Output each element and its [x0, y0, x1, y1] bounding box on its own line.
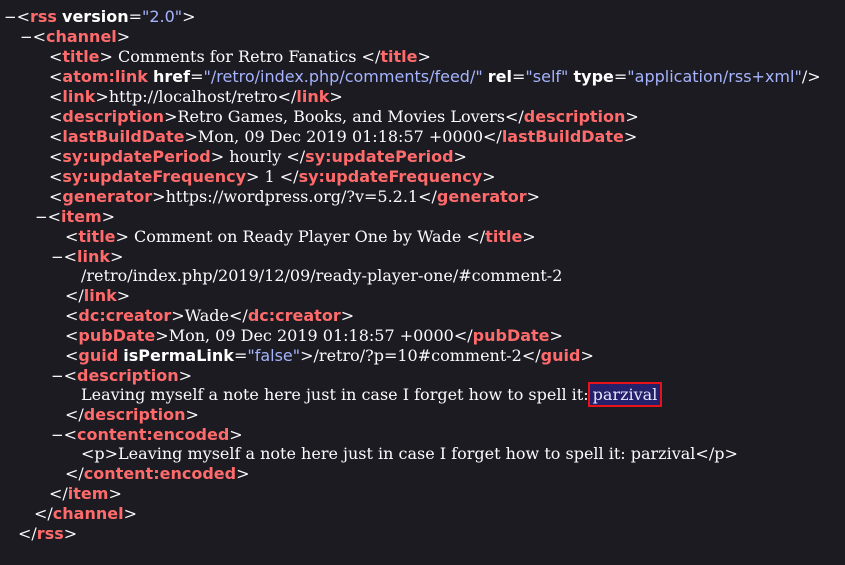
generator-text: https://wordpress.org/?v=5.2.1 — [165, 187, 419, 206]
creator-tag: dc:creator — [78, 306, 172, 325]
type-attr: type — [573, 67, 614, 86]
atom-link-tag: atom:link — [62, 67, 148, 86]
update-frequency-close-tag: sy:updateFrequency — [298, 167, 483, 186]
link-close-tag: link — [296, 87, 330, 106]
guid-text: /retro/?p=10#comment-2 — [313, 346, 522, 365]
item-close-line: </item> — [49, 484, 122, 503]
creator-close-tag: dc:creator — [247, 306, 341, 325]
generator-line: <generator>https://wordpress.org/?v=5.2.… — [49, 187, 541, 206]
collapse-toggle-icon[interactable]: − — [4, 8, 17, 26]
rel-attr: rel — [487, 67, 513, 86]
is-perma-link-value: "false" — [247, 346, 301, 365]
guid-close-tag: guid — [540, 346, 581, 365]
update-frequency-tag: sy:updateFrequency — [62, 167, 246, 186]
content-encoded-text: <p>Leaving myself a note here just in ca… — [81, 444, 738, 463]
guid-tag: guid — [78, 346, 119, 365]
generator-tag: generator — [62, 187, 153, 206]
update-period-close-tag: sy:updatePeriod — [305, 147, 454, 166]
item-tag: item — [60, 207, 102, 226]
item-link-close-tag: link — [83, 286, 117, 305]
item-link-text: /retro/index.php/2019/12/09/ready-player… — [81, 266, 563, 285]
item-title-close-tag: title — [485, 227, 523, 246]
channel-description-text: Retro Games, Books, and Movies Lovers — [177, 107, 505, 126]
guid-line: <guid isPermaLink="false">/retro/?p=10#c… — [65, 346, 594, 365]
pub-date-close-tag: pubDate — [472, 326, 550, 345]
link-tag: link — [62, 87, 96, 106]
collapse-toggle-icon[interactable]: − — [20, 28, 33, 46]
channel-open-line: −<channel> — [20, 27, 131, 46]
update-period-tag: sy:updatePeriod — [62, 147, 211, 166]
update-frequency-text: 1 — [259, 167, 280, 186]
item-open-line: −<item> — [35, 207, 116, 226]
item-description-tag: description — [76, 366, 179, 385]
pub-date-text: Mon, 09 Dec 2019 01:18:57 +0000 — [168, 326, 454, 345]
item-close-tag: item — [67, 484, 109, 503]
item-title-tag: title — [78, 227, 116, 246]
search-highlight: parzival — [588, 382, 662, 407]
item-description-open-line: −<description> — [51, 366, 193, 385]
last-build-date-line: <lastBuildDate>Mon, 09 Dec 2019 01:18:57… — [49, 127, 638, 146]
last-build-date-tag: lastBuildDate — [62, 127, 185, 146]
pub-date-tag: pubDate — [78, 326, 156, 345]
title-close-tag: title — [380, 47, 418, 66]
update-frequency-line: <sy:updateFrequency> 1 </sy:updateFreque… — [49, 167, 496, 186]
item-link-open-line: −<link> — [51, 247, 124, 266]
atom-link-line: <atom:link href="/retro/index.php/commen… — [49, 67, 821, 86]
rss-close-tag: rss — [36, 524, 64, 543]
channel-title-text: Comments for Retro Fanatics — [112, 47, 362, 66]
channel-tag: channel — [45, 27, 117, 46]
creator-text: Wade — [184, 306, 230, 325]
item-title-text: Comment on Ready Player One by Wade — [128, 227, 467, 246]
update-period-text: hourly — [224, 147, 287, 166]
channel-title-line: <title> Comments for Retro Fanatics </ti… — [49, 47, 431, 66]
version-attr: version — [62, 7, 129, 26]
title-tag: title — [62, 47, 100, 66]
description-close-tag: description — [523, 107, 626, 126]
generator-close-tag: generator — [436, 187, 527, 206]
rss-tag: rss — [29, 7, 57, 26]
rss-close-line: </rss> — [18, 524, 78, 543]
collapse-toggle-icon[interactable]: − — [51, 248, 64, 266]
collapse-toggle-icon[interactable]: − — [51, 367, 64, 385]
item-title-line: <title> Comment on Ready Player One by W… — [65, 227, 536, 246]
rel-value: "self" — [525, 67, 569, 86]
channel-close-tag: channel — [52, 504, 124, 523]
channel-close-line: </channel> — [34, 504, 137, 523]
pub-date-line: <pubDate>Mon, 09 Dec 2019 01:18:57 +0000… — [65, 326, 563, 345]
rss-open-line: −<rss version="2.0"> — [4, 7, 196, 26]
version-value: "2.0" — [141, 7, 183, 26]
type-value: "application/rss+xml" — [627, 67, 802, 86]
content-encoded-close-line: </content:encoded> — [65, 464, 250, 483]
description-tag: description — [62, 107, 165, 126]
update-period-line: <sy:updatePeriod> hourly </sy:updatePeri… — [49, 147, 467, 166]
content-encoded-close-tag: content:encoded — [83, 464, 237, 483]
creator-line: <dc:creator>Wade</dc:creator> — [65, 306, 355, 325]
item-link-tag: link — [76, 247, 110, 266]
item-link-close-line: </link> — [65, 286, 131, 305]
href-value: "/retro/index.php/comments/feed/" — [203, 67, 483, 86]
collapse-toggle-icon[interactable]: − — [51, 426, 64, 444]
collapse-toggle-icon[interactable]: − — [35, 208, 48, 226]
content-encoded-open-line: −<content:encoded> — [51, 425, 243, 444]
last-build-date-close-tag: lastBuildDate — [501, 127, 624, 146]
channel-link-text: http://localhost/retro — [108, 87, 278, 106]
item-description-close-line: </description> — [65, 405, 199, 424]
item-description-text: Leaving myself a note here just in case … — [81, 385, 594, 404]
item-description-close-tag: description — [83, 405, 186, 424]
content-encoded-tag: content:encoded — [76, 425, 230, 444]
last-build-date-text: Mon, 09 Dec 2019 01:18:57 +0000 — [197, 127, 484, 146]
is-perma-link-attr: isPermaLink — [123, 346, 234, 365]
channel-link-line: <link>http://localhost/retro</link> — [49, 87, 343, 106]
href-attr: href — [153, 67, 191, 86]
channel-description-line: <description>Retro Games, Books, and Mov… — [49, 107, 639, 126]
xml-tree-viewer: −<rss version="2.0"> −<channel> <title> … — [0, 0, 845, 565]
